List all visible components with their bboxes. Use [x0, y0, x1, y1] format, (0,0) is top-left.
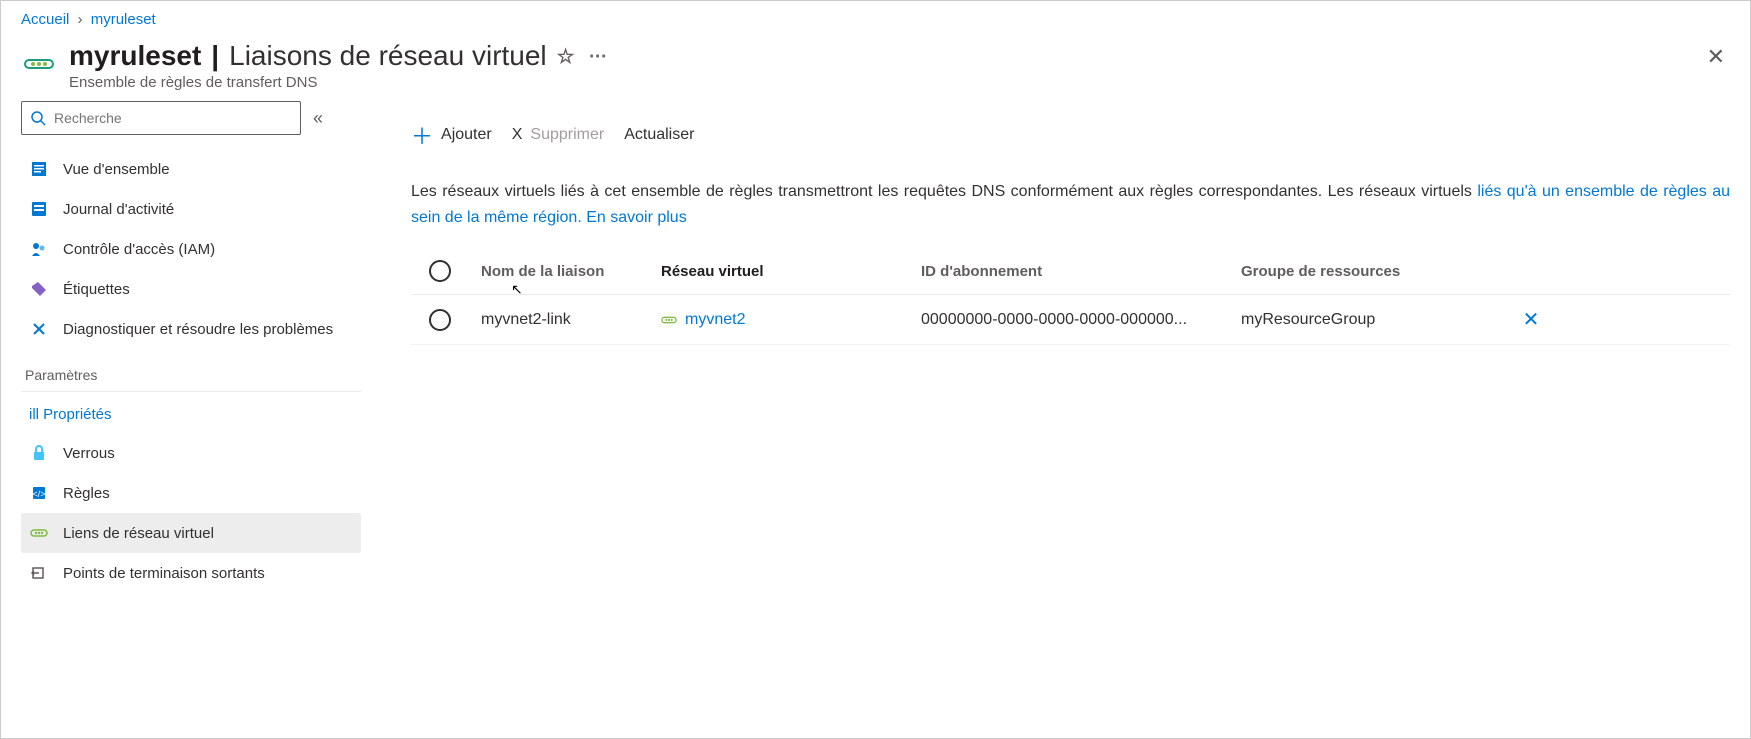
vnet-links-icon [29, 523, 49, 543]
resource-name: myruleset [69, 40, 201, 72]
sidebar-item-vnet-links[interactable]: Liens de réseau virtuel [21, 513, 361, 553]
col-vnet[interactable]: Réseau virtuel [661, 263, 921, 280]
sidebar-item-tags[interactable]: Étiquettes [21, 269, 361, 309]
cell-vnet-name: myvnet2 [685, 311, 745, 329]
sidebar-item-label: Diagnostiquer et résoudre les problèmes [63, 321, 333, 338]
add-button-label: Ajouter [441, 126, 492, 144]
tags-icon [29, 279, 49, 299]
vnet-icon [661, 312, 677, 328]
sidebar-item-label: Verrous [63, 445, 115, 462]
delete-row-button[interactable]: ✕ [1501, 307, 1561, 332]
sidebar-item-iam[interactable]: Contrôle d'accès (IAM) [21, 229, 361, 269]
collapse-sidebar-icon[interactable]: « [313, 108, 323, 129]
sidebar-item-outbound-endpoints[interactable]: Points de terminaison sortants [21, 553, 361, 593]
activity-log-icon [29, 199, 49, 219]
main-content: ＋ Ajouter X Supprimer Actualiser Les rés… [371, 101, 1750, 728]
favorite-star-icon[interactable]: ☆ [557, 44, 575, 69]
cursor-indicator: ↖ [511, 281, 523, 298]
sidebar-section-settings: Paramètres [21, 349, 361, 392]
info-text: Les réseaux virtuels liés à cet ensemble… [411, 169, 1730, 248]
col-resource-group[interactable]: Groupe de ressources [1241, 263, 1501, 280]
lock-icon [29, 443, 49, 463]
plus-icon: ＋ [411, 119, 433, 151]
refresh-button[interactable]: Actualiser [624, 126, 694, 144]
more-menu-icon[interactable]: ⋯ [589, 46, 607, 67]
cell-vnet-link[interactable]: myvnet2 [661, 311, 921, 329]
add-button[interactable]: ＋ Ajouter [411, 119, 492, 151]
col-link-name[interactable]: Nom de la liaison [481, 263, 661, 280]
diagnose-icon [29, 319, 49, 339]
sidebar-item-diagnose[interactable]: Diagnostiquer et résoudre les problèmes [21, 309, 361, 349]
sidebar-item-label: Points de terminaison sortants [63, 565, 265, 582]
sidebar-search[interactable] [21, 101, 301, 135]
cell-link-name: myvnet2-link [481, 311, 661, 329]
sidebar-item-label: Vue d'ensemble [63, 161, 170, 178]
breadcrumb: Accueil › myruleset [1, 1, 1750, 34]
sidebar-item-label: Liens de réseau virtuel [63, 525, 214, 542]
sidebar-item-label: Étiquettes [63, 281, 130, 298]
title-separator: | [211, 40, 219, 72]
sidebar-item-overview[interactable]: Vue d'ensemble [21, 149, 361, 189]
sidebar-item-rules[interactable]: </> Règles [21, 473, 361, 513]
ruleset-icon [21, 46, 57, 82]
select-all-radio[interactable] [429, 260, 451, 282]
sidebar-item-label: ill Propriétés [29, 406, 112, 423]
select-row-radio[interactable] [429, 309, 451, 331]
page-title: Liaisons de réseau virtuel [229, 40, 547, 72]
breadcrumb-separator: › [78, 11, 83, 28]
cell-resource-group: myResourceGroup [1241, 311, 1501, 329]
info-text-part-a: Les réseaux virtuels liés à cet ensemble… [411, 183, 1477, 200]
delete-button[interactable]: X Supprimer [512, 126, 604, 144]
col-subscription-id[interactable]: ID d'abonnement [921, 263, 1241, 280]
delete-x-icon: X [512, 126, 523, 144]
sidebar-item-label: Journal d'activité [63, 201, 174, 218]
overview-icon [29, 159, 49, 179]
table-header-row: Nom de la liaison Réseau virtuel ID d'ab… [411, 248, 1730, 295]
sidebar-item-locks[interactable]: Verrous [21, 433, 361, 473]
rules-icon: </> [29, 483, 49, 503]
cell-subscription-id: 00000000-0000-0000-0000-000000... [921, 311, 1241, 329]
search-icon [30, 110, 46, 126]
delete-button-label: Supprimer [530, 126, 604, 144]
sidebar-item-activity-log[interactable]: Journal d'activité [21, 189, 361, 229]
sidebar-search-input[interactable] [54, 110, 292, 126]
page-header: myruleset | Liaisons de réseau virtuel ☆… [1, 34, 1750, 101]
close-blade-button[interactable]: ✕ [1707, 44, 1725, 70]
iam-icon [29, 239, 49, 259]
breadcrumb-home[interactable]: Accueil [21, 11, 69, 28]
sidebar-item-label: Contrôle d'accès (IAM) [63, 241, 215, 258]
refresh-button-label: Actualiser [624, 126, 694, 144]
toolbar: ＋ Ajouter X Supprimer Actualiser [411, 101, 1730, 169]
breadcrumb-current[interactable]: myruleset [91, 11, 156, 28]
resource-type-label: Ensemble de règles de transfert DNS [69, 74, 1730, 91]
svg-text:</>: </> [32, 489, 45, 499]
sidebar: « Vue d'ensemble Journal d'activité Cont… [1, 101, 371, 728]
vnet-links-table: Nom de la liaison Réseau virtuel ID d'ab… [411, 248, 1730, 345]
sidebar-item-label: Règles [63, 485, 110, 502]
table-row: myvnet2-link myvnet2 00000000-0000-0000-… [411, 295, 1730, 345]
sidebar-item-properties[interactable]: ill Propriétés [21, 396, 361, 433]
outbound-icon [29, 563, 49, 583]
